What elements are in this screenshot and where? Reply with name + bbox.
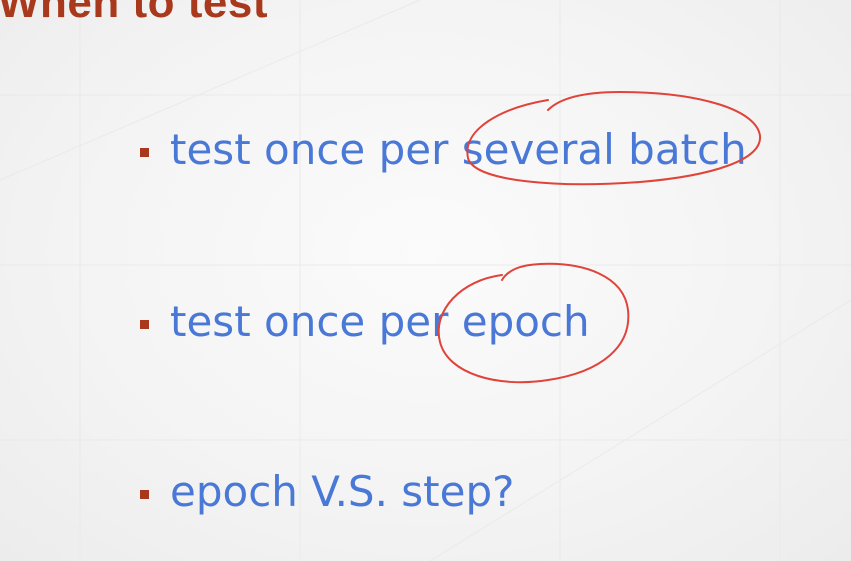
bullet-text: epoch V.S. step? [170,467,515,516]
bullet-text: test once per several batch [170,125,747,174]
slide-title: When to test [0,0,268,27]
bullet-item-epoch-vs-step: epoch V.S. step? [140,462,514,522]
slide: When to test test once per several batch… [0,0,851,561]
bullet-item-several-batch: test once per several batch [140,120,747,180]
bullet-marker [140,319,149,329]
bullet-item-epoch: test once per epoch [140,292,590,352]
bullet-marker [140,489,149,499]
bullet-marker [140,147,149,157]
bullet-text: test once per epoch [170,297,590,346]
